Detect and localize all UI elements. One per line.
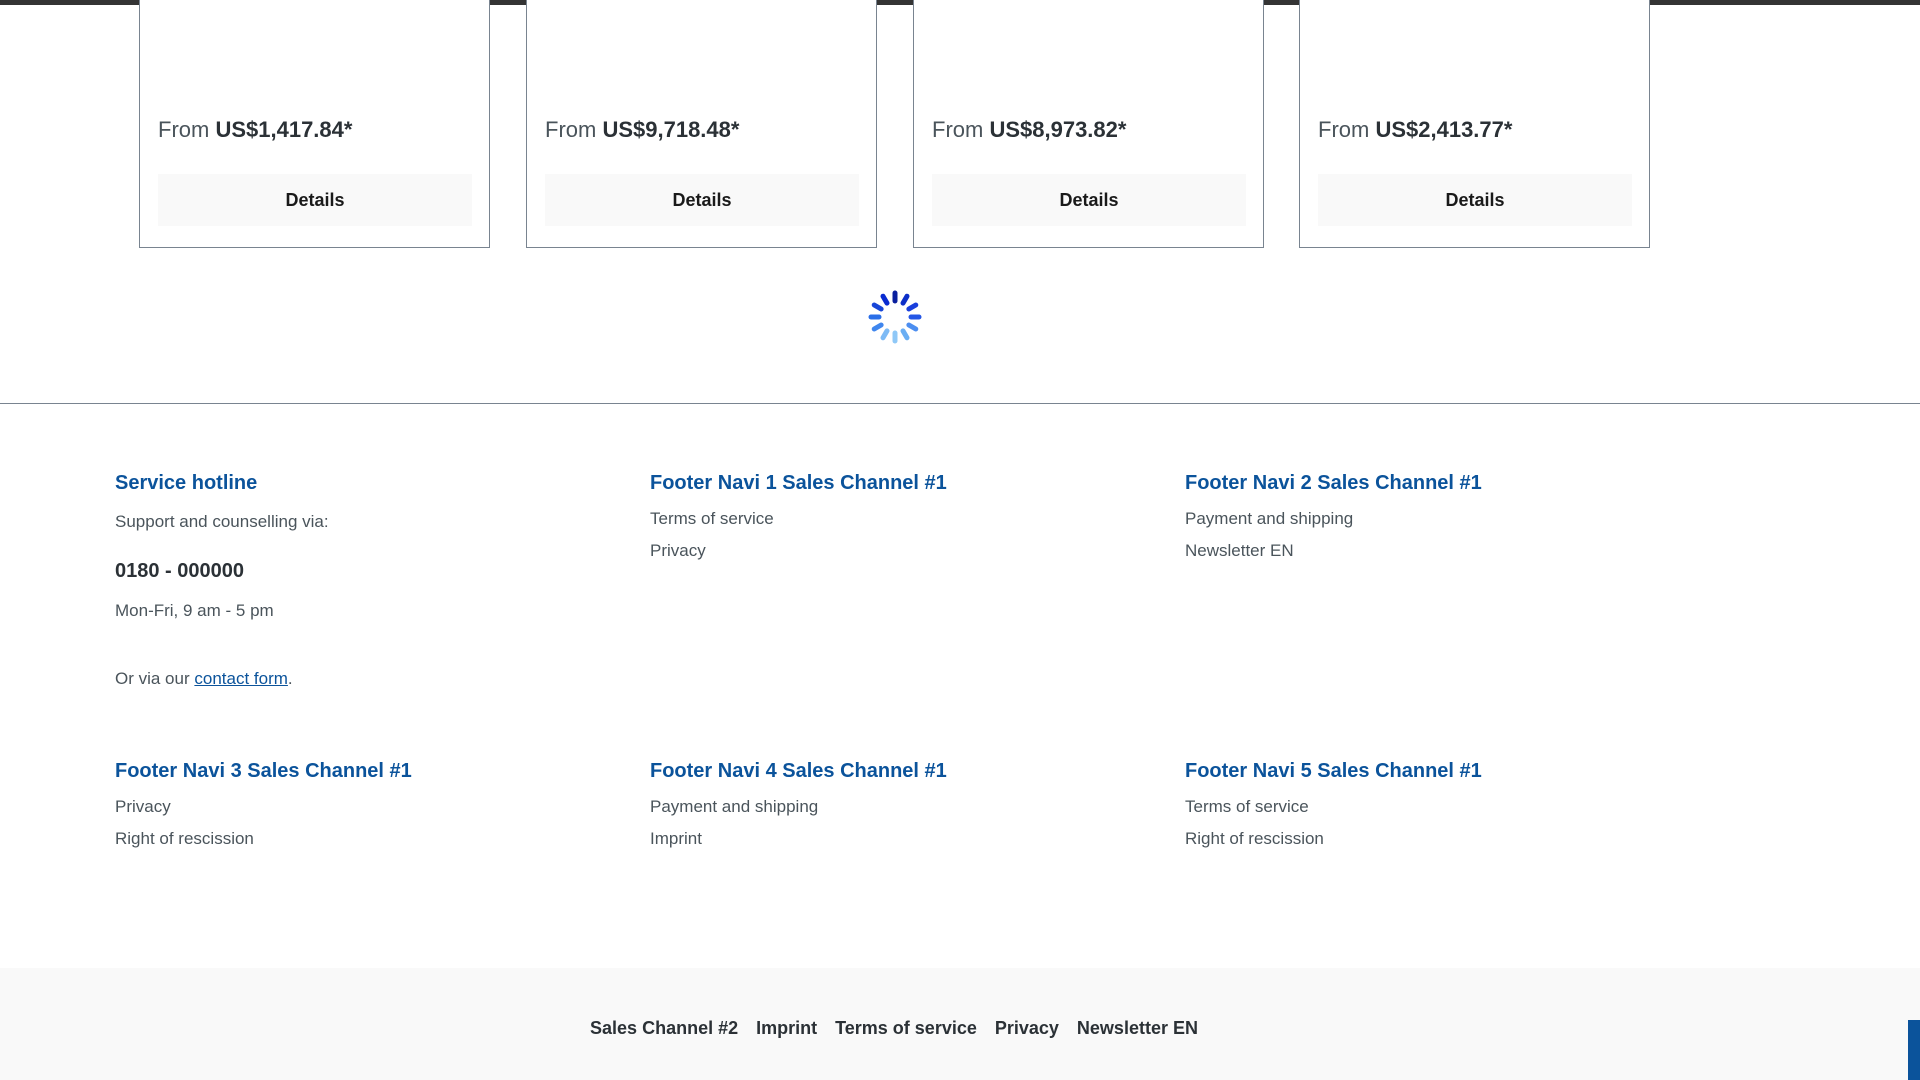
footer-link[interactable]: Imprint bbox=[650, 823, 1130, 855]
footer-nav-title: Footer Navi 5 Sales Channel #1 bbox=[1185, 760, 1482, 782]
footer-link[interactable]: Privacy bbox=[650, 535, 1130, 567]
bottom-nav-link[interactable]: Privacy bbox=[995, 1018, 1059, 1039]
product-card: From US$2,413.77* Details bbox=[1299, 0, 1650, 248]
product-price: From US$2,413.77* bbox=[1318, 117, 1513, 142]
details-button[interactable]: Details bbox=[158, 174, 472, 226]
footer-nav-5: Footer Navi 5 Sales Channel #1 Terms of … bbox=[1185, 759, 1665, 855]
product-price: From US$9,718.48* bbox=[545, 117, 740, 142]
details-button[interactable]: Details bbox=[932, 174, 1246, 226]
spinner-icon bbox=[868, 290, 922, 344]
scroll-to-top-button[interactable] bbox=[1908, 1020, 1920, 1080]
contact-form-link[interactable]: contact form bbox=[194, 669, 288, 688]
footer-link[interactable]: Payment and shipping bbox=[1185, 503, 1665, 535]
footer-nav-4: Footer Navi 4 Sales Channel #1 Payment a… bbox=[650, 759, 1130, 855]
footer-nav-title: Footer Navi 1 Sales Channel #1 bbox=[650, 472, 947, 494]
bottom-nav-link[interactable]: Terms of service bbox=[835, 1018, 977, 1039]
details-button[interactable]: Details bbox=[545, 174, 859, 226]
price-amount: US$2,413.77* bbox=[1375, 117, 1513, 142]
price-amount: US$1,417.84* bbox=[215, 117, 353, 142]
service-hotline-column: Service hotline bbox=[115, 471, 595, 495]
service-contact: Or via our contact form. bbox=[115, 669, 293, 688]
product-price: From US$1,417.84* bbox=[158, 117, 353, 142]
bottom-nav-link[interactable]: Sales Channel #2 bbox=[590, 1018, 738, 1039]
service-phone: 0180 - 000000 bbox=[115, 560, 245, 582]
footer-nav-3: Footer Navi 3 Sales Channel #1 Privacy R… bbox=[115, 759, 595, 855]
bottom-nav-link[interactable]: Imprint bbox=[756, 1018, 817, 1039]
footer-divider bbox=[0, 403, 1920, 404]
product-card: From US$9,718.48* Details bbox=[526, 0, 877, 248]
footer-link[interactable]: Right of rescission bbox=[1185, 823, 1665, 855]
footer-nav-2: Footer Navi 2 Sales Channel #1 Payment a… bbox=[1185, 471, 1665, 567]
service-hours: Mon-Fri, 9 am - 5 pm bbox=[115, 601, 274, 620]
footer-link[interactable]: Terms of service bbox=[1185, 791, 1665, 823]
footer-nav-title: Footer Navi 4 Sales Channel #1 bbox=[650, 760, 947, 782]
product-card: From US$1,417.84* Details bbox=[139, 0, 490, 248]
footer-link[interactable]: Payment and shipping bbox=[650, 791, 1130, 823]
price-amount: US$9,718.48* bbox=[602, 117, 740, 142]
footer-nav-title: Footer Navi 2 Sales Channel #1 bbox=[1185, 472, 1482, 494]
bottom-nav: Sales Channel #2 Imprint Terms of servic… bbox=[0, 1018, 1788, 1039]
product-price: From US$8,973.82* bbox=[932, 117, 1127, 142]
product-card: From US$8,973.82* Details bbox=[913, 0, 1264, 248]
footer-link[interactable]: Privacy bbox=[115, 791, 595, 823]
footer-link[interactable]: Terms of service bbox=[650, 503, 1130, 535]
service-hotline-title: Service hotline bbox=[115, 472, 258, 494]
service-support-text: Support and counselling via: bbox=[115, 512, 329, 531]
footer-bottom-bar: Sales Channel #2 Imprint Terms of servic… bbox=[0, 968, 1920, 1080]
footer-link[interactable]: Right of rescission bbox=[115, 823, 595, 855]
footer-link[interactable]: Newsletter EN bbox=[1185, 535, 1665, 567]
price-amount: US$8,973.82* bbox=[989, 117, 1127, 142]
footer-nav-1: Footer Navi 1 Sales Channel #1 Terms of … bbox=[650, 471, 1130, 567]
footer-nav-title: Footer Navi 3 Sales Channel #1 bbox=[115, 760, 412, 782]
details-button[interactable]: Details bbox=[1318, 174, 1632, 226]
bottom-nav-link[interactable]: Newsletter EN bbox=[1077, 1018, 1198, 1039]
